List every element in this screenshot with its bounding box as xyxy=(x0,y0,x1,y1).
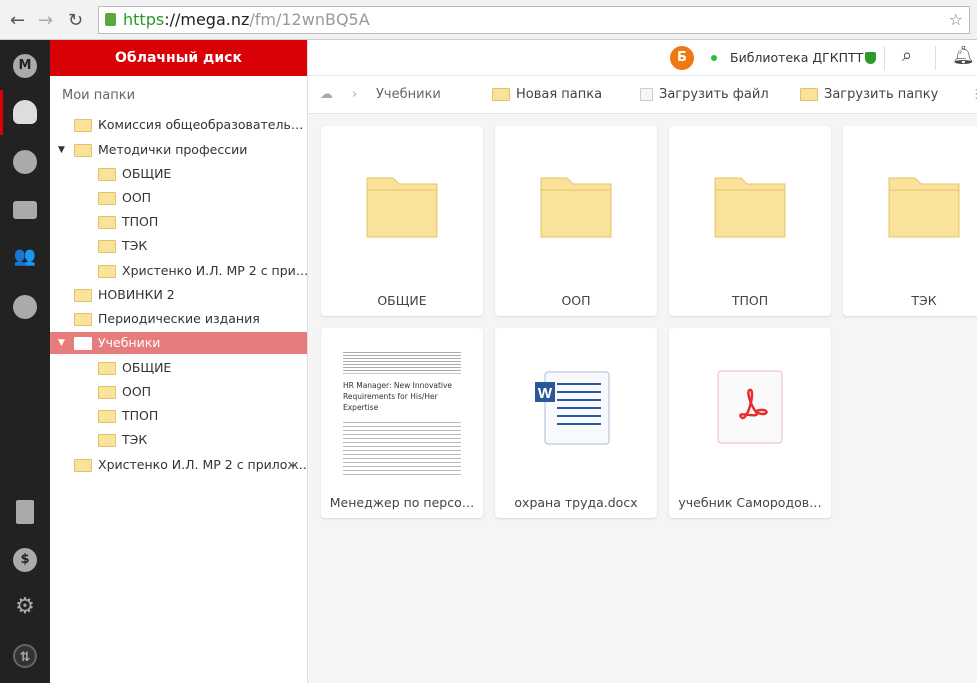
lock-icon xyxy=(105,13,116,26)
online-status-dot xyxy=(711,55,717,61)
file-card[interactable]: учебник Самородов… xyxy=(669,328,831,518)
upload-file-icon xyxy=(640,88,653,101)
avatar[interactable]: Б xyxy=(670,46,694,70)
contacts-icon[interactable]: 👥 xyxy=(13,245,37,269)
folder-icon xyxy=(74,337,92,350)
file-name: охрана труда.docx xyxy=(514,495,638,510)
settings-icon[interactable]: ⚙ xyxy=(13,595,37,619)
file-name: учебник Самородов… xyxy=(678,495,822,510)
browser-bar: ← → ↻ https://mega.nz/fm/12wnBQ5A ☆ xyxy=(0,0,977,40)
file-name: Менеджер по персо… xyxy=(329,495,475,510)
folder-icon xyxy=(74,289,92,302)
svg-text:W: W xyxy=(538,385,553,402)
cloud-drive-header: Облачный диск xyxy=(50,40,307,76)
breadcrumb[interactable]: Учебники xyxy=(376,87,441,102)
tree-item[interactable]: ОБЩИЕ xyxy=(50,357,307,379)
folder-icon xyxy=(98,216,116,229)
file-name: ТПОП xyxy=(731,293,769,308)
upload-file-button[interactable]: Загрузить файл xyxy=(640,87,769,102)
file-name: ТЭК xyxy=(911,293,937,308)
file-card[interactable]: ТПОП xyxy=(669,126,831,316)
trash-icon[interactable] xyxy=(16,500,34,524)
top-bar: Библиотека ДГКПТТ ⌕ 🔔︎ xyxy=(308,40,977,76)
folder-icon xyxy=(98,362,116,375)
chat-icon[interactable] xyxy=(13,295,37,319)
file-card[interactable]: ООП xyxy=(495,126,657,316)
new-folder-button[interactable]: Новая папка xyxy=(492,87,602,102)
search-icon[interactable]: ⌕ xyxy=(902,45,912,66)
file-card[interactable]: Wохрана труда.docx xyxy=(495,328,657,518)
sync-icon[interactable]: ⇅ xyxy=(13,644,37,668)
file-name: ОБЩИЕ xyxy=(377,293,427,308)
active-indicator xyxy=(0,90,3,135)
file-card[interactable]: ТЭК xyxy=(843,126,977,316)
folder-icon xyxy=(98,434,116,447)
folder-icon xyxy=(74,119,92,132)
clock-icon[interactable] xyxy=(13,150,37,174)
chevron-right-icon: › xyxy=(352,87,358,102)
folder-icon xyxy=(714,177,786,238)
folder-icon xyxy=(98,192,116,205)
pro-shield-icon xyxy=(865,52,876,64)
tree-item[interactable]: Христенко И.Л. МР 2 с при… xyxy=(50,260,307,282)
tree-item[interactable]: Комиссия общеобразователь… xyxy=(50,114,307,136)
expand-triangle-icon[interactable]: ▼ xyxy=(58,139,65,161)
folder-icon xyxy=(98,386,116,399)
cloud-drive-icon[interactable] xyxy=(13,100,37,124)
folder-icon xyxy=(98,410,116,423)
file-card[interactable]: ОБЩИЕ xyxy=(321,126,483,316)
folder-icon xyxy=(74,459,92,472)
expand-triangle-icon[interactable]: ▼ xyxy=(58,332,65,354)
pdf-icon xyxy=(717,370,783,444)
folder-icon xyxy=(888,177,960,238)
upload-folder-button[interactable]: Загрузить папку xyxy=(800,87,938,102)
bookmark-star-icon[interactable]: ☆ xyxy=(949,7,963,33)
account-icon[interactable]: $ xyxy=(13,548,37,572)
tree-item[interactable]: ООП xyxy=(50,187,307,209)
new-folder-icon xyxy=(492,88,510,101)
folder-tree-panel: Облачный диск Мои папки Комиссия общеобр… xyxy=(50,40,308,683)
cloud-icon[interactable]: ☁ xyxy=(320,87,333,102)
upload-folder-icon xyxy=(800,88,818,101)
tree-item[interactable]: ТЭК xyxy=(50,429,307,451)
toolbar: ☁ › Учебники Новая папка Загрузить файл … xyxy=(308,76,977,114)
folder-icon xyxy=(98,240,116,253)
tree-item[interactable]: ТПОП xyxy=(50,211,307,233)
mega-logo-icon[interactable]: M xyxy=(13,54,37,78)
address-bar[interactable]: https://mega.nz/fm/12wnBQ5A ☆ xyxy=(98,6,970,34)
reload-icon[interactable]: ↻ xyxy=(68,10,83,31)
tree-item[interactable]: ООП xyxy=(50,381,307,403)
folder-icon xyxy=(74,144,92,157)
folder-icon xyxy=(74,313,92,326)
my-folders-title: Мои папки xyxy=(62,88,136,103)
forward-icon[interactable]: → xyxy=(38,10,53,31)
tree-item[interactable]: ОБЩИЕ xyxy=(50,163,307,185)
word-document-icon: W xyxy=(535,371,610,445)
file-grid: ОБЩИЕ ООП ТПОП ТЭК HR Manager: New Innovativ… xyxy=(308,114,977,683)
transfers-icon[interactable] xyxy=(13,201,37,219)
tree-item[interactable]: ТПОП xyxy=(50,405,307,427)
tree-item[interactable]: НОВИНКИ 2 xyxy=(50,284,307,306)
divider xyxy=(935,46,936,70)
tree-item[interactable]: ТЭК xyxy=(50,235,307,257)
icon-sidebar: M 👥 $ ⚙ ⇅ xyxy=(0,40,50,683)
more-icon[interactable]: ⋮ xyxy=(970,87,977,102)
folder-icon xyxy=(98,168,116,181)
tree-item[interactable]: ▼ Учебники xyxy=(50,332,307,354)
file-card[interactable]: HR Manager: New Innovative Requirements … xyxy=(321,328,483,518)
folder-icon xyxy=(98,265,116,278)
tree-item[interactable]: ▼ Методички профессии xyxy=(50,139,307,161)
file-name: ООП xyxy=(561,293,591,308)
tree-item[interactable]: Христенко И.Л. МР 2 с прилож… xyxy=(50,454,307,476)
back-icon[interactable]: ← xyxy=(10,10,25,31)
account-name[interactable]: Библиотека ДГКПТТ xyxy=(730,50,863,65)
document-thumbnail: HR Manager: New Innovative Requirements … xyxy=(343,350,461,478)
folder-icon xyxy=(540,177,612,238)
divider xyxy=(884,46,885,70)
bell-icon[interactable]: 🔔︎ xyxy=(952,45,975,66)
tree-item[interactable]: Периодические издания xyxy=(50,308,307,330)
folder-icon xyxy=(366,177,438,238)
